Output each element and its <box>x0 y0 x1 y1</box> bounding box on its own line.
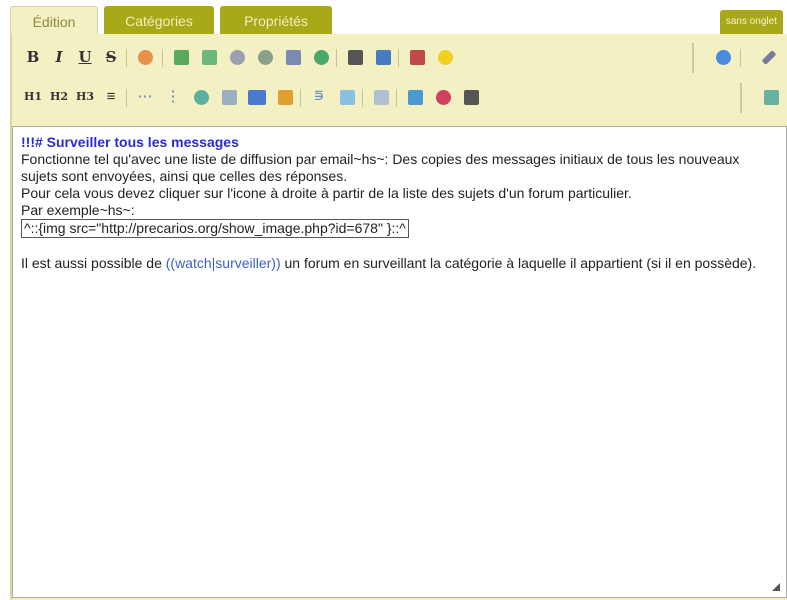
separator <box>126 49 127 67</box>
gallery-icon[interactable] <box>198 45 220 69</box>
settings-wrench-icon[interactable] <box>758 45 780 69</box>
code-text: ^::{img src="http://precarios.org/show_i… <box>21 219 409 238</box>
heading1-button[interactable]: H1 <box>22 85 44 109</box>
editor-textarea[interactable]: !!!# Surveiller tous les messages Foncti… <box>12 126 787 598</box>
tab-categories[interactable]: Catégories <box>104 6 214 34</box>
numbered-list-icon[interactable]: ⋮ <box>162 85 184 109</box>
smiley-icon[interactable] <box>434 45 456 69</box>
strikethrough-button[interactable]: S <box>100 45 122 69</box>
separator <box>126 89 127 107</box>
tab-proprietes[interactable]: Propriétés <box>220 6 332 34</box>
page-break-icon[interactable]: ⋾ <box>308 85 330 109</box>
content-heading: !!!# Surveiller tous les messages <box>21 134 239 150</box>
paragraph-text: un forum en surveillant la catégorie à l… <box>280 255 757 271</box>
tab-sans-onglet[interactable]: sans onglet <box>719 10 783 34</box>
code-line: ^::{img src="http://precarios.org/show_i… <box>21 219 778 238</box>
heading3-button[interactable]: H3 <box>74 85 96 109</box>
separator <box>692 43 694 73</box>
separator <box>740 49 741 67</box>
separator <box>300 89 301 107</box>
template-icon[interactable] <box>370 85 392 109</box>
tab-edition[interactable]: Édition <box>10 6 98 36</box>
code-icon[interactable] <box>246 85 268 109</box>
resize-grip-icon[interactable] <box>772 583 780 591</box>
fullscreen-icon[interactable] <box>760 85 782 109</box>
separator <box>162 49 163 67</box>
toolbar-format: B I U S <box>14 39 787 77</box>
align-icon[interactable]: ≡ <box>100 85 122 109</box>
separator <box>336 49 337 67</box>
separator <box>362 89 363 107</box>
replace-icon[interactable] <box>372 45 394 69</box>
separator <box>740 83 742 113</box>
globe-icon[interactable] <box>310 45 332 69</box>
content-line: Par exemple~hs~: <box>21 202 135 218</box>
document-icon[interactable] <box>336 85 358 109</box>
bold-button[interactable]: B <box>22 45 44 69</box>
table-icon[interactable] <box>218 85 240 109</box>
edit-icon[interactable] <box>274 85 296 109</box>
camera-icon[interactable] <box>460 85 482 109</box>
file-upload-icon[interactable] <box>282 45 304 69</box>
tab-bar: Édition Catégories Propriétés sans ongle… <box>10 6 787 36</box>
box-icon[interactable] <box>190 85 212 109</box>
link-icon[interactable] <box>226 45 248 69</box>
insert-plugin-icon[interactable] <box>404 85 426 109</box>
heading2-button[interactable]: H2 <box>48 85 70 109</box>
paragraph-text: Il est aussi possible de <box>21 255 166 271</box>
watch-link[interactable]: ((watch|surveiller)) <box>166 255 281 271</box>
bullet-list-icon[interactable]: ⋯ <box>134 85 156 109</box>
italic-button[interactable]: I <box>48 45 70 69</box>
toolbar-structure: H1 H2 H3 ≡ ⋯ ⋮ ⋾ <box>14 79 787 117</box>
content-line: Pour cela vous devez cliquer sur l'icone… <box>21 185 632 201</box>
content-paragraph: Il est aussi possible de ((watch|surveil… <box>21 255 778 272</box>
plugin-icon[interactable] <box>406 45 428 69</box>
color-palette-icon[interactable] <box>134 45 156 69</box>
underline-button[interactable]: U <box>74 45 96 69</box>
help-icon[interactable] <box>712 45 734 69</box>
remove-icon[interactable] <box>432 85 454 109</box>
image-icon[interactable] <box>170 45 192 69</box>
separator <box>396 89 397 107</box>
binoculars-icon[interactable] <box>344 45 366 69</box>
editor-frame: B I U S H1 H2 H3 ≡ ⋯ ⋮ ⋾ !!!# Surveiller… <box>10 34 787 600</box>
separator <box>398 49 399 67</box>
external-link-icon[interactable] <box>254 45 276 69</box>
content-line: Fonctionne tel qu'avec une liste de diff… <box>21 151 740 184</box>
